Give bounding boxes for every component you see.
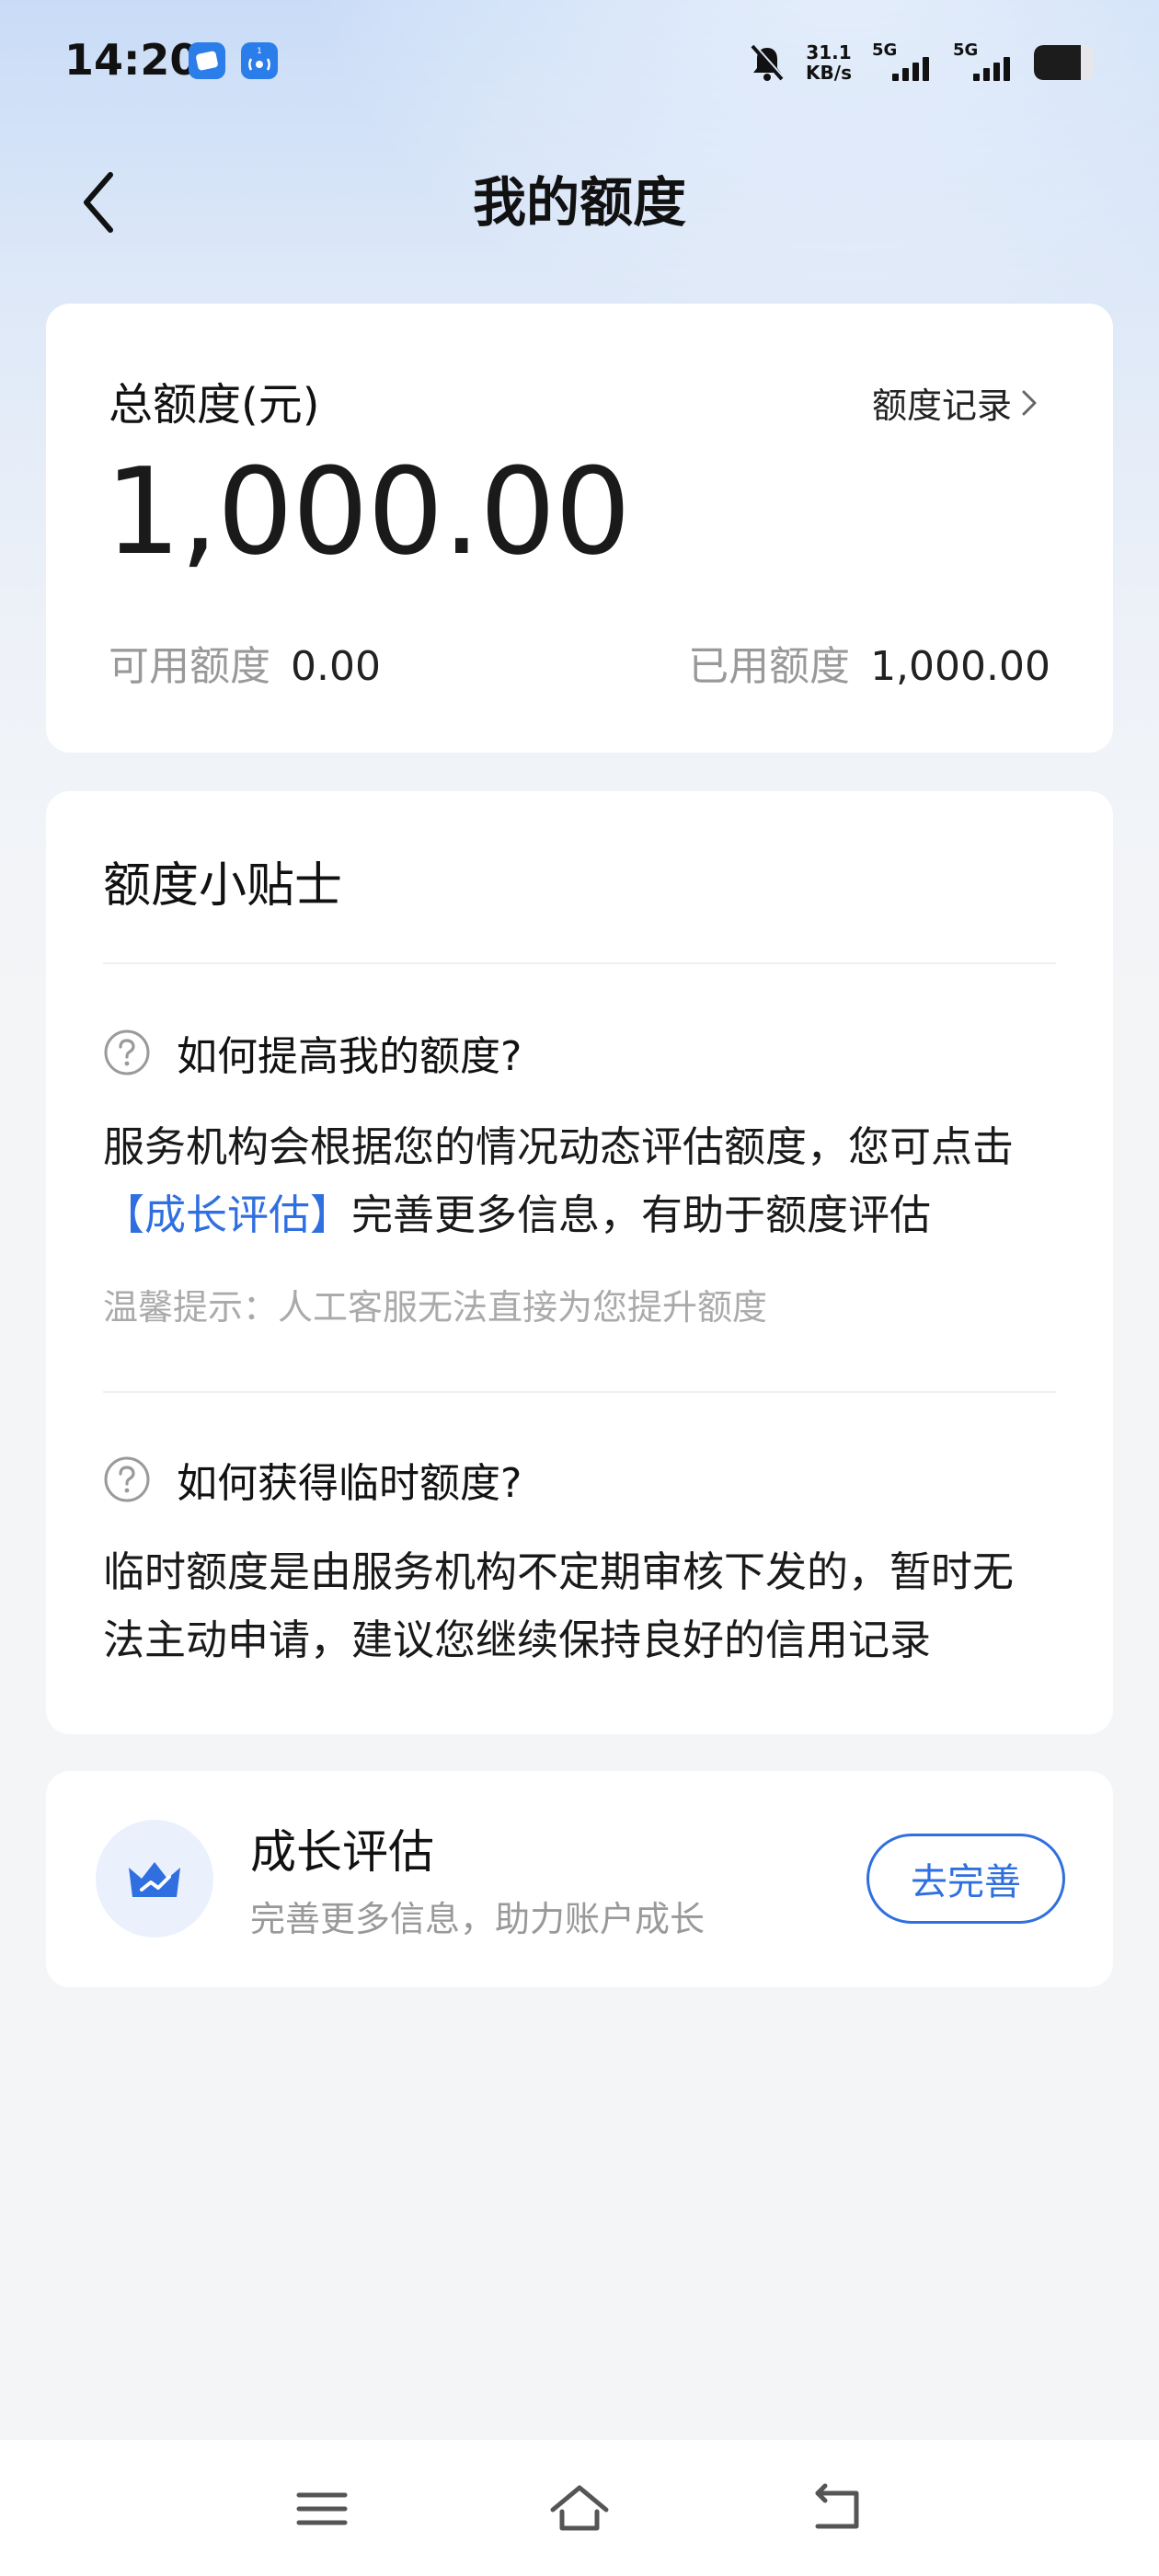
available-quota: 可用额度 0.00 [109, 633, 381, 692]
complete-info-button[interactable]: 去完善 [866, 1834, 1065, 1924]
tip-question-2-text: 如何获得临时额度? [177, 1460, 522, 1507]
quota-card: 总额度(元) 额度记录 1,000.00 可用额度 0.00 已用额度 1,000.… [46, 304, 1113, 753]
tip-answer-2-line2: 法主动申请，建议您继续保持良好的信用记录 [103, 1616, 932, 1664]
status-right-cluster: 31.1 KB/s 5G 5G [749, 37, 1095, 88]
quota-record-link[interactable]: 额度记录 [872, 377, 1039, 428]
page: 14:20 1 31.1 KB/s 5G 5G 我的额度 总额度(元) 额度记录… [0, 0, 1159, 2576]
system-nav-bar [0, 2440, 1159, 2576]
sim2-label: 5G [953, 40, 979, 60]
growth-eval-card[interactable]: 成长评估 完善更多信息，助力账户成长 去完善 [46, 1771, 1113, 1987]
tip-question-1: 如何提高我的额度? [103, 1023, 522, 1082]
growth-eval-link[interactable]: 【成长评估】 [103, 1190, 351, 1239]
used-quota: 已用额度 1,000.00 [688, 633, 1050, 692]
signal-sim1-icon: 5G [872, 40, 933, 81]
divider [103, 1391, 1056, 1393]
tips-title: 额度小贴士 [103, 858, 343, 914]
used-quota-label: 已用额度 [688, 643, 851, 690]
menu-icon [296, 2492, 348, 2525]
divider [103, 962, 1056, 964]
tip-answer-1-line2: 【成长评估】完善更多信息，有助于额度评估 [103, 1181, 1056, 1249]
home-nav-button[interactable] [547, 2477, 612, 2541]
available-quota-value: 0.00 [291, 643, 381, 690]
tip-warm-note: 温馨提示：人工客服无法直接为您提升额度 [103, 1287, 768, 1328]
page-title: 我的额度 [472, 171, 686, 234]
quota-total-amount: 1,000.00 [105, 442, 631, 581]
notification-app-icon [189, 42, 225, 79]
quota-record-label: 额度记录 [871, 385, 1012, 426]
tip-answer-1-line1: 服务机构会根据您的情况动态评估额度，您可点击 [103, 1122, 1015, 1171]
network-speed-unit: KB/s [806, 62, 852, 84]
bell-muted-icon [751, 43, 785, 81]
tip-answer-1: 服务机构会根据您的情况动态评估额度，您可点击 【成长评估】完善更多信息，有助于额… [103, 1113, 1056, 1249]
tips-card: 额度小贴士 如何提高我的额度? 服务机构会根据您的情况动态评估额度，您可点击 【… [46, 791, 1113, 1734]
network-speed-value: 31.1 [806, 41, 852, 63]
sim1-label: 5G [872, 40, 898, 60]
used-quota-value: 1,000.00 [870, 643, 1050, 690]
svg-text:1: 1 [257, 47, 262, 56]
status-bar: 14:20 1 31.1 KB/s 5G 5G [0, 0, 1159, 129]
growth-eval-title: 成长评估 [250, 1825, 434, 1879]
return-icon [815, 2483, 859, 2529]
tip-answer-2-line1: 临时额度是由服务机构不定期审核下发的，暂时无 [103, 1547, 1015, 1596]
growth-icon-container [96, 1820, 213, 1938]
tip-question-2: 如何获得临时额度? [103, 1450, 522, 1509]
battery-icon [1034, 45, 1095, 80]
available-quota-label: 可用额度 [109, 643, 270, 690]
growth-eval-subtitle: 完善更多信息，助力账户成长 [250, 1899, 706, 1939]
tip-answer-2: 临时额度是由服务机构不定期审核下发的，暂时无 法主动申请，建议您继续保持良好的信… [103, 1538, 1056, 1674]
tip-question-1-text: 如何提高我的额度? [177, 1033, 522, 1080]
signal-sim2-icon: 5G [953, 40, 1014, 81]
back-nav-button[interactable] [805, 2477, 869, 2541]
tip-answer-1-line2-text: 完善更多信息，有助于额度评估 [351, 1190, 932, 1239]
network-speed: 31.1 KB/s [806, 42, 852, 83]
question-circle-icon [104, 1029, 150, 1075]
status-time: 14:20 [64, 35, 200, 85]
hotspot-notification-icon: 1 [241, 42, 278, 79]
question-circle-icon [104, 1456, 150, 1502]
chevron-right-icon [1022, 390, 1037, 415]
home-icon [550, 2485, 609, 2531]
quota-title: 总额度(元) [109, 379, 320, 431]
menu-nav-button[interactable] [290, 2477, 354, 2541]
crown-trend-icon [129, 1862, 180, 1897]
